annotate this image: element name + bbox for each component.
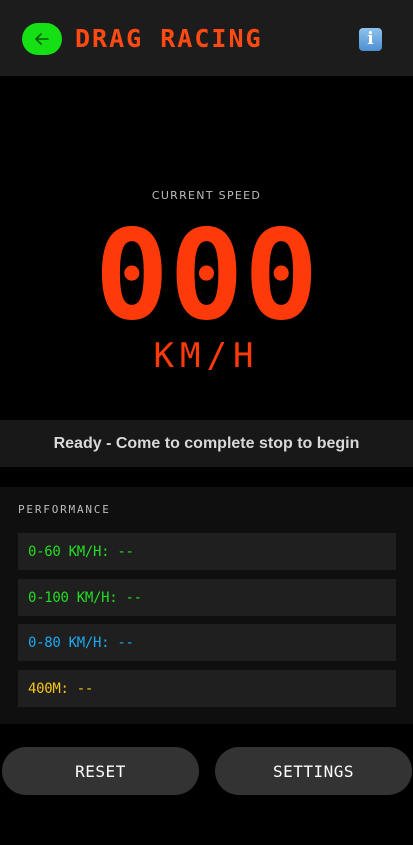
app-header: DRAG RACING i: [0, 0, 413, 76]
back-button[interactable]: [22, 23, 62, 55]
performance-panel: PERFORMANCE 0-60 KM/H: -- 0-100 KM/H: --…: [0, 487, 413, 724]
metric-0-100: 0-100 KM/H: --: [18, 579, 396, 616]
metric-0-60: 0-60 KM/H: --: [18, 533, 396, 570]
info-button[interactable]: i: [359, 28, 382, 51]
settings-button-label: SETTINGS: [272, 761, 355, 781]
settings-button[interactable]: SETTINGS: [215, 747, 412, 795]
status-message: Ready - Come to complete stop to begin: [53, 434, 360, 452]
metric-label: 0-80 KM/H: --: [28, 634, 134, 651]
info-icon: i: [367, 29, 374, 49]
performance-title: PERFORMANCE: [18, 503, 111, 516]
metric-label: 400M: --: [28, 680, 94, 697]
metric-0-80: 0-80 KM/H: --: [18, 624, 396, 661]
speed-unit: KM/H: [153, 336, 260, 376]
reset-button-label: RESET: [75, 761, 126, 781]
arrow-left-icon: [35, 33, 49, 45]
page-title: DRAG RACING: [75, 24, 263, 53]
speed-caption: CURRENT SPEED: [151, 189, 262, 202]
metric-label: 0-100 KM/H: --: [28, 589, 142, 606]
metric-label: 0-60 KM/H: --: [28, 543, 134, 560]
speed-value: 000: [94, 204, 319, 348]
status-bar: Ready - Come to complete stop to begin: [0, 420, 413, 467]
reset-button[interactable]: RESET: [2, 747, 199, 795]
metric-400m: 400M: --: [18, 670, 396, 707]
